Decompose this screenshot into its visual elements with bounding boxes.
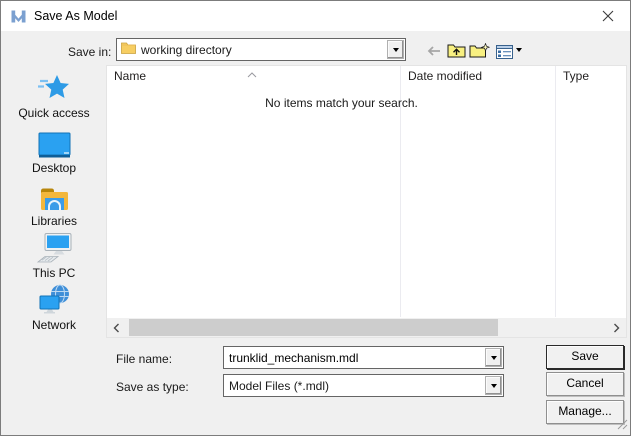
sidebar-item-label: Network <box>7 318 101 332</box>
save-as-type-value: Model Files (*.mdl) <box>224 379 485 393</box>
save-as-type-label: Save as type: <box>116 380 189 394</box>
sort-ascending-icon <box>247 67 257 81</box>
this-pc-icon <box>7 231 101 264</box>
up-one-level-icon[interactable] <box>445 40 467 60</box>
sidebar-item-label: Desktop <box>7 161 101 175</box>
scroll-right-icon[interactable] <box>607 318 626 337</box>
column-header-name[interactable]: Name <box>114 69 146 83</box>
column-header-date-modified[interactable]: Date modified <box>408 69 482 83</box>
file-list[interactable]: Name Date modified Type No items match y… <box>106 65 627 338</box>
column-header-type[interactable]: Type <box>563 69 589 83</box>
back-arrow-icon[interactable] <box>422 41 444 61</box>
quick-access-star-icon <box>7 71 101 104</box>
manage-button[interactable]: Manage... <box>546 400 624 424</box>
save-in-label: Save in: <box>68 45 111 59</box>
places-sidebar: Quick access Desktop Librar <box>7 65 101 431</box>
file-name-combobox[interactable] <box>223 346 504 369</box>
network-globe-icon <box>7 283 101 316</box>
sidebar-item-quick-access[interactable]: Quick access <box>7 71 101 120</box>
scroll-left-icon[interactable] <box>107 318 126 337</box>
horizontal-scrollbar[interactable] <box>107 318 626 337</box>
libraries-folder-icon <box>7 179 101 212</box>
chevron-down-icon <box>491 356 497 360</box>
chevron-down-icon <box>393 48 399 52</box>
window-title: Save As Model <box>34 9 117 23</box>
scrollbar-thumb[interactable] <box>129 319 498 336</box>
file-name-input[interactable] <box>224 351 485 365</box>
empty-list-message: No items match your search. <box>107 96 576 110</box>
file-name-dropdown-button[interactable] <box>485 348 502 367</box>
save-button[interactable]: Save <box>546 345 624 369</box>
close-icon[interactable] <box>585 1 630 31</box>
sidebar-item-label: Quick access <box>7 106 101 120</box>
save-as-model-dialog: Save As Model Save in: working directory <box>0 0 631 436</box>
cancel-button[interactable]: Cancel <box>546 372 624 396</box>
save-as-type-dropdown-button[interactable] <box>485 376 502 395</box>
sidebar-item-desktop[interactable]: Desktop <box>7 126 101 175</box>
sidebar-item-label: Libraries <box>7 214 101 228</box>
folder-icon <box>121 42 136 57</box>
save-in-value: working directory <box>136 43 387 57</box>
title-bar[interactable]: Save As Model <box>1 1 630 31</box>
sidebar-item-this-pc[interactable]: This PC <box>7 231 101 280</box>
create-new-folder-icon[interactable] <box>468 40 490 60</box>
chevron-down-icon <box>491 384 497 388</box>
sidebar-item-network[interactable]: Network <box>7 283 101 332</box>
sidebar-item-label: This PC <box>7 266 101 280</box>
view-menu-icon[interactable] <box>493 42 515 62</box>
app-logo-icon <box>11 10 26 26</box>
resize-grip[interactable] <box>615 417 628 433</box>
desktop-monitor-icon <box>7 126 101 159</box>
view-menu-chevron-icon[interactable] <box>516 48 522 52</box>
sidebar-item-libraries[interactable]: Libraries <box>7 179 101 228</box>
save-in-dropdown[interactable]: working directory <box>116 38 406 61</box>
save-in-dropdown-button[interactable] <box>387 40 404 59</box>
file-name-label: File name: <box>116 352 172 366</box>
save-as-type-dropdown[interactable]: Model Files (*.mdl) <box>223 374 504 397</box>
